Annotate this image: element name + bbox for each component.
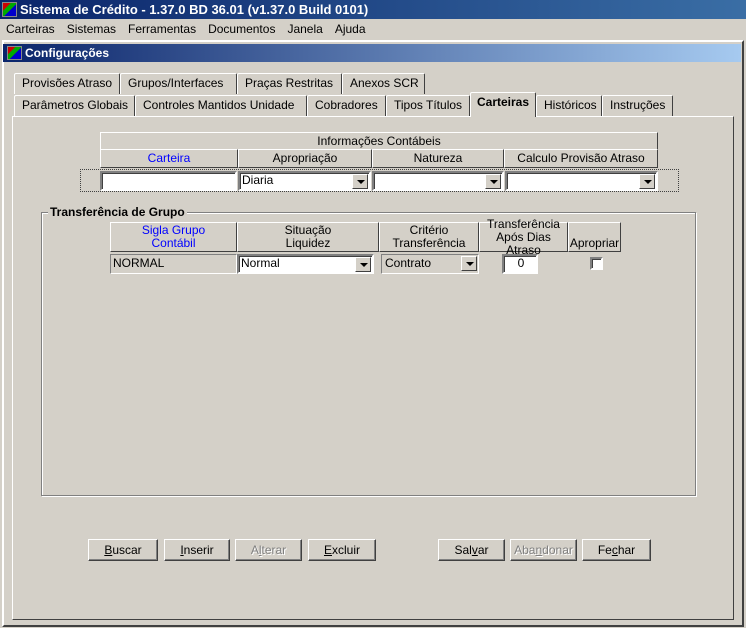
col-apropriar[interactable]: Apropriar — [568, 222, 621, 252]
tab-provisoes-atraso[interactable]: Provisões Atraso — [14, 73, 120, 94]
menu-sistemas[interactable]: Sistemas — [61, 22, 122, 36]
chevron-down-icon[interactable] — [461, 256, 477, 271]
dias-atraso-input[interactable]: 0 — [502, 254, 538, 274]
salvar-button[interactable]: Salvar — [438, 539, 505, 561]
situacao-value: Normal — [241, 256, 280, 270]
inserir-button[interactable]: Inserir — [164, 539, 230, 561]
tab-tipos-titulos[interactable]: Tipos Títulos — [386, 95, 470, 116]
col-situacao[interactable]: Situação Liquidez — [237, 222, 379, 252]
window-icon — [7, 46, 22, 60]
col-natureza[interactable]: Natureza — [372, 149, 504, 168]
col-transferencia-dias[interactable]: Transferência Após Dias Atraso — [479, 217, 568, 256]
info-header: Informações Contábeis — [100, 132, 658, 150]
col-label: Liquidez — [285, 236, 331, 250]
menu-carteiras[interactable]: Carteiras — [0, 22, 61, 36]
menu-ferramentas[interactable]: Ferramentas — [122, 22, 202, 36]
apropriacao-value: Diaria — [242, 173, 274, 187]
fechar-button[interactable]: Fechar — [582, 539, 651, 561]
col-criterio[interactable]: Critério Transferência — [379, 222, 479, 252]
tab-parametros-globais[interactable]: Parâmetros Globais — [14, 95, 135, 116]
apropriar-checkbox[interactable] — [590, 257, 603, 270]
col-label: Transferência — [487, 216, 560, 231]
criterio-select[interactable]: Contrato — [381, 254, 479, 274]
menu-janela[interactable]: Janela — [281, 22, 328, 36]
apropriacao-select[interactable]: Diaria — [238, 171, 371, 191]
tab-instrucoes[interactable]: Instruções — [602, 95, 673, 116]
app-title-bar: Sistema de Crédito - 1.37.0 BD 36.01 (v1… — [0, 0, 746, 19]
calculo-select[interactable] — [505, 171, 658, 191]
chevron-down-icon[interactable] — [639, 174, 655, 189]
tab-historicos[interactable]: Históricos — [536, 95, 602, 116]
carteira-input[interactable] — [100, 171, 237, 191]
abandonar-button[interactable]: Abandonar — [510, 539, 577, 561]
app-icon — [2, 2, 17, 17]
chevron-down-icon[interactable] — [485, 174, 501, 189]
window-title: Configurações — [3, 44, 741, 62]
tab-pracas-restritas[interactable]: Praças Restritas — [237, 73, 342, 94]
col-label: Após Dias Atraso — [496, 229, 551, 257]
col-calculo-provisao[interactable]: Calculo Provisão Atraso — [504, 149, 658, 168]
buscar-button[interactable]: Buscar — [88, 539, 158, 561]
sigla-cell: NORMAL — [110, 254, 237, 274]
col-label: Transferência — [392, 236, 466, 250]
alterar-button[interactable]: Alterar — [235, 539, 302, 561]
group-title: Transferência de Grupo — [48, 205, 187, 219]
menu-bar: Carteiras Sistemas Ferramentas Documento… — [0, 19, 746, 38]
chevron-down-icon[interactable] — [355, 257, 371, 272]
col-carteira[interactable]: Carteira — [100, 149, 238, 168]
natureza-select[interactable] — [372, 171, 504, 191]
tab-cobradores[interactable]: Cobradores — [307, 95, 386, 116]
col-apropriacao[interactable]: Apropriação — [238, 149, 372, 168]
tab-carteiras[interactable]: Carteiras — [470, 92, 536, 117]
tab-grupos-interfaces[interactable]: Grupos/Interfaces — [120, 73, 237, 94]
excluir-button[interactable]: Excluir — [308, 539, 376, 561]
menu-ajuda[interactable]: Ajuda — [329, 22, 372, 36]
menu-documentos[interactable]: Documentos — [202, 22, 281, 36]
situacao-select[interactable]: Normal — [237, 254, 374, 274]
col-sigla[interactable]: Sigla Grupo Contábil — [110, 222, 237, 252]
criterio-value: Contrato — [385, 256, 432, 270]
chevron-down-icon[interactable] — [352, 174, 368, 189]
tab-controles-mantidos-unidade[interactable]: Controles Mantidos Unidade — [135, 95, 307, 116]
tab-anexos-scr[interactable]: Anexos SCR — [342, 73, 425, 94]
col-label: Contábil — [151, 236, 196, 250]
